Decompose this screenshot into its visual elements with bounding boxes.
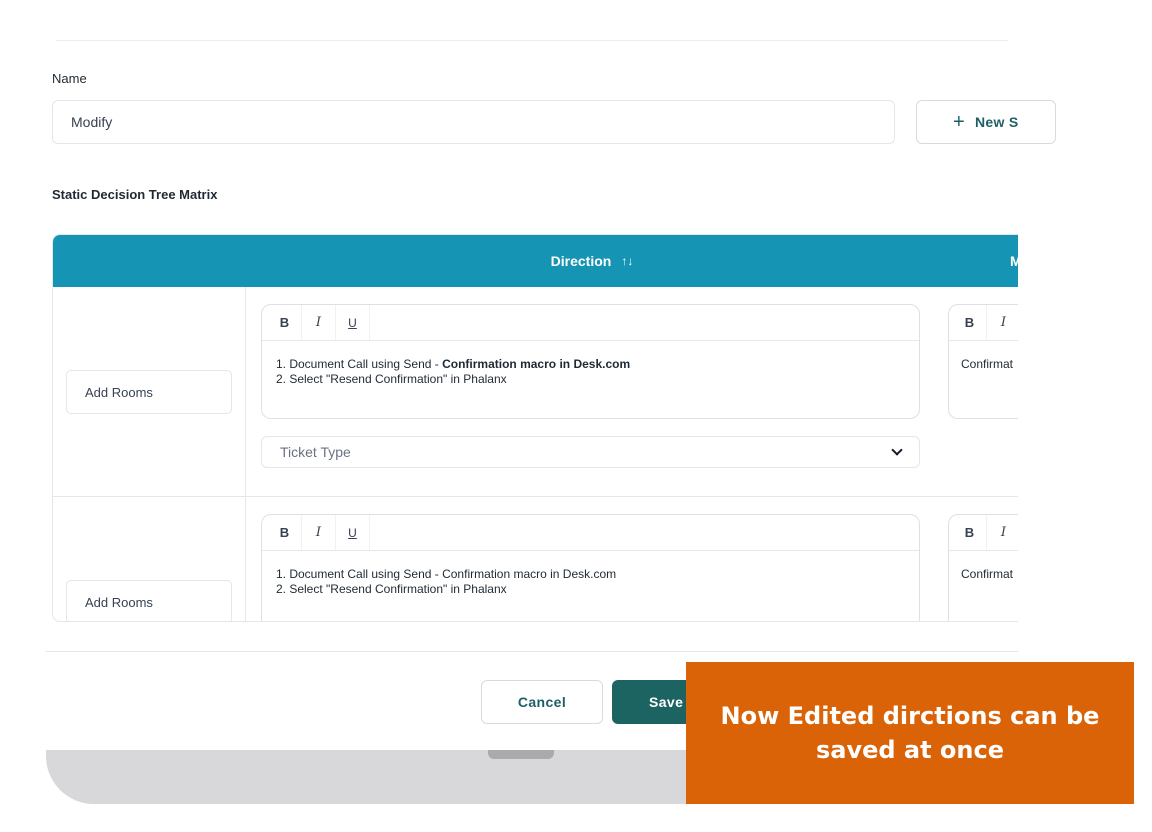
add-rooms-button[interactable]: Add Rooms bbox=[66, 370, 232, 414]
column-header-next[interactable]: M bbox=[1010, 235, 1018, 287]
editor-content[interactable]: Confirmat bbox=[949, 341, 1018, 388]
second-column-editor[interactable]: B I Confirmat bbox=[948, 304, 1018, 419]
bold-button[interactable]: B bbox=[268, 305, 302, 340]
device-frame-bottom bbox=[46, 750, 746, 804]
italic-button[interactable]: I bbox=[302, 515, 336, 550]
rooms-cell: Add Rooms bbox=[53, 497, 246, 621]
bold-button[interactable]: B bbox=[953, 305, 987, 340]
add-rooms-button[interactable]: Add Rooms bbox=[66, 580, 232, 621]
direction-line1-emphasis: Confirmation macro in Desk.com bbox=[442, 567, 617, 581]
editor-toolbar: B I bbox=[949, 305, 1018, 341]
rooms-cell: Add Rooms bbox=[53, 287, 246, 496]
callout-banner: Now Edited dirctions can be saved at onc… bbox=[686, 662, 1134, 804]
table-row: Add Rooms B I U 1. Document Call using S… bbox=[53, 497, 1018, 621]
ticket-type-placeholder: Ticket Type bbox=[280, 444, 351, 460]
chevron-down-icon bbox=[891, 444, 903, 456]
italic-button[interactable]: I bbox=[302, 305, 336, 340]
editor-toolbar: B I U bbox=[262, 305, 919, 341]
sort-arrows-icon[interactable]: ↑↓ bbox=[621, 254, 633, 268]
new-button[interactable]: + New S bbox=[916, 100, 1056, 144]
matrix-title: Static Decision Tree Matrix bbox=[52, 187, 218, 202]
editor-content[interactable]: Confirmat bbox=[949, 551, 1018, 598]
plus-icon: + bbox=[953, 111, 965, 133]
underline-button[interactable]: U bbox=[336, 515, 370, 550]
direction-line2: 2. Select "Resend Confirmation" in Phala… bbox=[276, 372, 507, 386]
editor-content[interactable]: 1. Document Call using Send - Confirmati… bbox=[262, 341, 919, 403]
editor-toolbar: B I bbox=[949, 515, 1018, 551]
editor-toolbar: B I U bbox=[262, 515, 919, 551]
new-button-label: New S bbox=[974, 114, 1019, 130]
table-row: Add Rooms B I U 1. Document Call using S… bbox=[53, 287, 1018, 497]
bold-button[interactable]: B bbox=[268, 515, 302, 550]
direction-line1-prefix: 1. Document Call using Send - bbox=[276, 567, 443, 581]
name-label: Name bbox=[52, 71, 87, 86]
decision-tree-table: Direction ↑↓ M Add Rooms B I U 1. Docume… bbox=[52, 234, 1018, 622]
column-header-direction[interactable]: Direction ↑↓ bbox=[53, 235, 1018, 287]
device-frame-notch bbox=[488, 750, 554, 759]
direction-editor[interactable]: B I U 1. Document Call using Send - Conf… bbox=[261, 514, 920, 621]
column-header-label: Direction bbox=[550, 253, 612, 269]
table-header: Direction ↑↓ M bbox=[53, 235, 1018, 287]
footer-divider bbox=[46, 651, 1018, 652]
second-column-editor[interactable]: B I Confirmat bbox=[948, 514, 1018, 621]
direction-editor[interactable]: B I U 1. Document Call using Send - Conf… bbox=[261, 304, 920, 419]
direction-line2: 2. Select "Resend Confirmation" in Phala… bbox=[276, 582, 507, 596]
direction-line1-emphasis: Confirmation macro in Desk.com bbox=[442, 357, 631, 371]
italic-button[interactable]: I bbox=[987, 305, 1018, 340]
cancel-button[interactable]: Cancel bbox=[481, 680, 603, 724]
direction-line1-prefix: 1. Document Call using Send - bbox=[276, 357, 443, 371]
editor-content[interactable]: 1. Document Call using Send - Confirmati… bbox=[262, 551, 919, 613]
ticket-type-select[interactable]: Ticket Type bbox=[261, 436, 920, 468]
bold-button[interactable]: B bbox=[953, 515, 987, 550]
underline-button[interactable]: U bbox=[336, 305, 370, 340]
italic-button[interactable]: I bbox=[987, 515, 1018, 550]
top-divider bbox=[56, 40, 1008, 41]
name-input[interactable] bbox=[52, 100, 895, 144]
